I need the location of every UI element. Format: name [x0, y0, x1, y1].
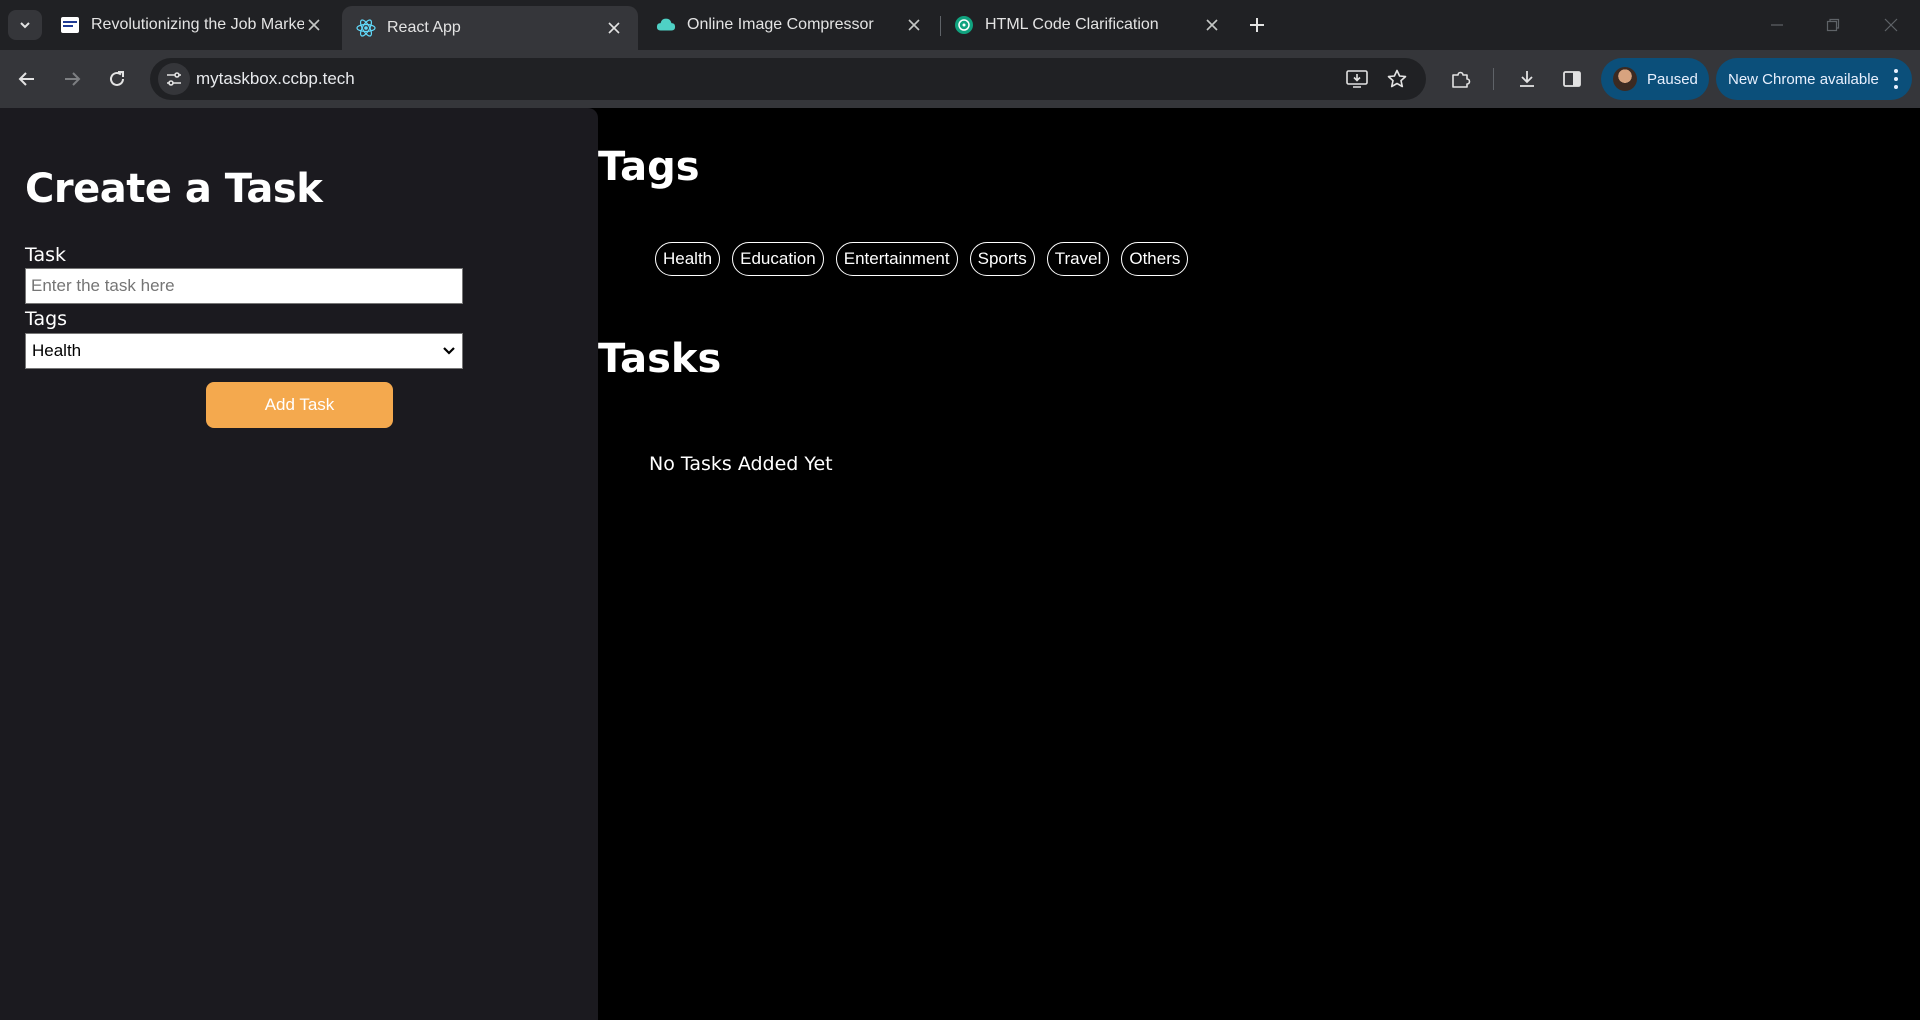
side-panel-icon: [1563, 71, 1581, 87]
tab-title: Online Image Compressor: [687, 16, 874, 33]
tags-heading: Tags: [598, 144, 700, 190]
minimize-button[interactable]: [1763, 12, 1791, 38]
empty-tasks-message: No Tasks Added Yet: [649, 453, 833, 475]
task-label: Task: [25, 244, 67, 266]
toolbar-divider: [1493, 68, 1494, 90]
close-icon[interactable]: [1202, 15, 1222, 35]
plus-icon: [1250, 18, 1264, 32]
page-title: Create a Task: [25, 166, 323, 212]
download-icon: [1520, 71, 1534, 87]
tasks-heading: Tasks: [598, 336, 722, 382]
browser-tab-active[interactable]: React App: [342, 6, 638, 50]
tab-title: Revolutionizing the Job Market: [91, 16, 304, 33]
tag-button-entertainment[interactable]: Entertainment: [835, 242, 958, 276]
url-text[interactable]: mytaskbox.ccbp.tech: [196, 69, 355, 89]
browser-tab[interactable]: Online Image Compressor: [642, 6, 938, 44]
back-button[interactable]: [11, 63, 43, 95]
close-window-button[interactable]: [1877, 12, 1905, 38]
tags-select-value: Health: [32, 341, 82, 360]
browser-toolbar: mytaskbox.ccbp.tech Paused New Chrome av…: [0, 50, 1920, 108]
profile-status: Paused: [1647, 70, 1698, 88]
downloads-button[interactable]: [1512, 64, 1542, 94]
side-panel-button[interactable]: [1557, 64, 1587, 94]
avatar: [1613, 67, 1637, 91]
more-vert-icon: [1892, 69, 1900, 89]
bookmark-button[interactable]: [1384, 66, 1410, 92]
new-tab-button[interactable]: [1244, 12, 1270, 38]
puzzle-icon: [1452, 71, 1471, 88]
tag-filter-list: Health Education Entertainment Sports Tr…: [655, 242, 1189, 276]
task-input[interactable]: [25, 268, 463, 304]
restore-icon: [1826, 18, 1840, 32]
install-app-button[interactable]: [1344, 66, 1370, 92]
arrow-left-icon: [18, 72, 34, 86]
add-task-button[interactable]: Add Task: [206, 382, 393, 428]
tab-title: HTML Code Clarification: [985, 16, 1159, 33]
arrow-right-icon: [65, 72, 81, 86]
create-task-panel: Create a Task Task Tags Health Add Task: [0, 108, 598, 1020]
react-icon: [356, 18, 376, 38]
browser-tab[interactable]: HTML Code Clarification: [940, 6, 1236, 44]
minimize-icon: [1771, 24, 1783, 26]
star-icon: [1387, 69, 1407, 88]
forward-button[interactable]: [56, 63, 88, 95]
update-chrome-button[interactable]: New Chrome available: [1716, 58, 1912, 100]
address-bar[interactable]: mytaskbox.ccbp.tech: [150, 58, 1426, 100]
tag-button-others[interactable]: Others: [1121, 242, 1189, 276]
update-label: New Chrome available: [1728, 70, 1879, 88]
close-icon[interactable]: [904, 15, 924, 35]
tag-button-sports[interactable]: Sports: [969, 242, 1035, 276]
tab-search-button[interactable]: [8, 10, 42, 40]
reload-icon: [110, 71, 124, 86]
profile-button[interactable]: Paused: [1601, 58, 1709, 100]
tag-button-education[interactable]: Education: [732, 242, 824, 276]
tab-title: React App: [387, 19, 461, 36]
close-icon[interactable]: [304, 15, 324, 35]
tags-select[interactable]: Health: [25, 333, 463, 369]
tune-icon: [167, 72, 181, 86]
tags-label: Tags: [25, 308, 68, 330]
page-content: Create a Task Task Tags Health Add Task …: [0, 108, 1920, 1020]
cloud-icon: [656, 15, 676, 35]
restore-button[interactable]: [1819, 12, 1847, 38]
tag-button-health[interactable]: Health: [655, 242, 721, 276]
reload-button[interactable]: [101, 63, 133, 95]
close-icon[interactable]: [604, 18, 624, 38]
close-window-icon: [1884, 18, 1898, 32]
chevron-down-icon: [20, 22, 30, 29]
chevron-down-icon: [443, 347, 455, 355]
extensions-button[interactable]: [1446, 64, 1476, 94]
install-icon: [1346, 70, 1368, 88]
site-info-button[interactable]: [158, 63, 190, 95]
browser-tab-strip: Revolutionizing the Job Market React App…: [0, 0, 1920, 50]
browser-tab[interactable]: Revolutionizing the Job Market: [46, 6, 338, 44]
nxt-wave-favicon: [60, 15, 80, 35]
tag-button-travel[interactable]: Travel: [1046, 242, 1110, 276]
chatgpt-icon: [954, 15, 974, 35]
